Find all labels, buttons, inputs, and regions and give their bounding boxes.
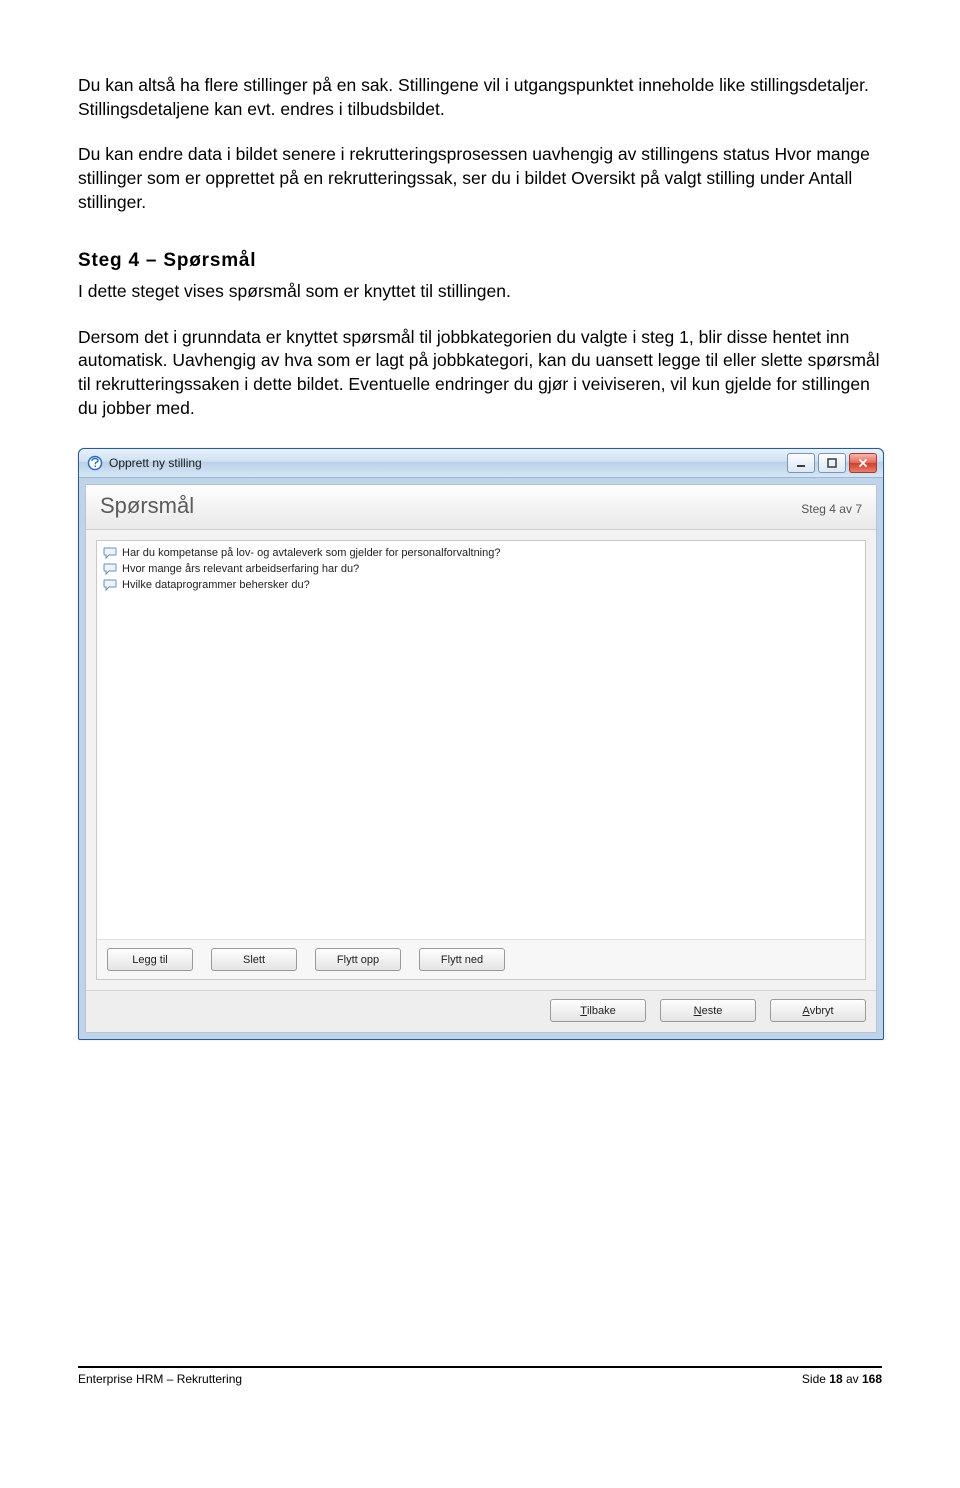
list-item[interactable]: Har du kompetanse på lov- og avtaleverk … — [103, 545, 859, 561]
step-indicator: Steg 4 av 7 — [801, 502, 862, 516]
speech-bubble-icon — [103, 578, 117, 592]
list-item[interactable]: Hvor mange års relevant arbeidserfaring … — [103, 561, 859, 577]
minimize-button[interactable] — [787, 453, 815, 473]
speech-bubble-icon — [103, 546, 117, 560]
window-title: Opprett ny stilling — [109, 456, 787, 470]
move-up-button[interactable]: Flytt opp — [315, 948, 401, 971]
footer-right: Side 18 av 168 — [802, 1372, 882, 1386]
question-text: Har du kompetanse på lov- og avtaleverk … — [122, 547, 500, 559]
back-button[interactable]: Tilbake — [550, 999, 646, 1022]
dialog-window: Opprett ny stilling Spørsmål Steg 4 av 7 — [78, 448, 884, 1040]
question-text: Hvor mange års relevant arbeidserfaring … — [122, 563, 359, 575]
add-button[interactable]: Legg til — [107, 948, 193, 971]
cancel-button[interactable]: Avbryt — [770, 999, 866, 1022]
wizard-footer: Tilbake Neste Avbryt — [86, 990, 876, 1032]
speech-bubble-icon — [103, 562, 117, 576]
paragraph: Dersom det i grunndata er knyttet spørsm… — [78, 326, 882, 421]
list-item[interactable]: Hvilke dataprogrammer behersker du? — [103, 577, 859, 593]
next-button[interactable]: Neste — [660, 999, 756, 1022]
close-button[interactable] — [849, 453, 877, 473]
footer-left: Enterprise HRM – Rekruttering — [78, 1372, 242, 1386]
questions-list[interactable]: Har du kompetanse på lov- og avtaleverk … — [97, 541, 865, 939]
paragraph: Du kan endre data i bildet senere i rekr… — [78, 143, 882, 214]
paragraph: I dette steget vises spørsmål som er kny… — [78, 280, 882, 304]
titlebar[interactable]: Opprett ny stilling — [79, 449, 883, 478]
paragraph: Du kan altså ha flere stillinger på en s… — [78, 74, 882, 121]
delete-button[interactable]: Slett — [211, 948, 297, 971]
wizard-header: Spørsmål Steg 4 av 7 — [86, 485, 876, 530]
page-footer: Enterprise HRM – Rekruttering Side 18 av… — [78, 1366, 882, 1386]
heading-step4: Steg 4 – Spørsmål — [78, 250, 882, 272]
questions-panel: Har du kompetanse på lov- og avtaleverk … — [96, 540, 866, 980]
app-icon — [87, 455, 103, 471]
wizard-section-title: Spørsmål — [100, 493, 194, 519]
maximize-button[interactable] — [818, 453, 846, 473]
move-down-button[interactable]: Flytt ned — [419, 948, 505, 971]
question-text: Hvilke dataprogrammer behersker du? — [122, 579, 310, 591]
